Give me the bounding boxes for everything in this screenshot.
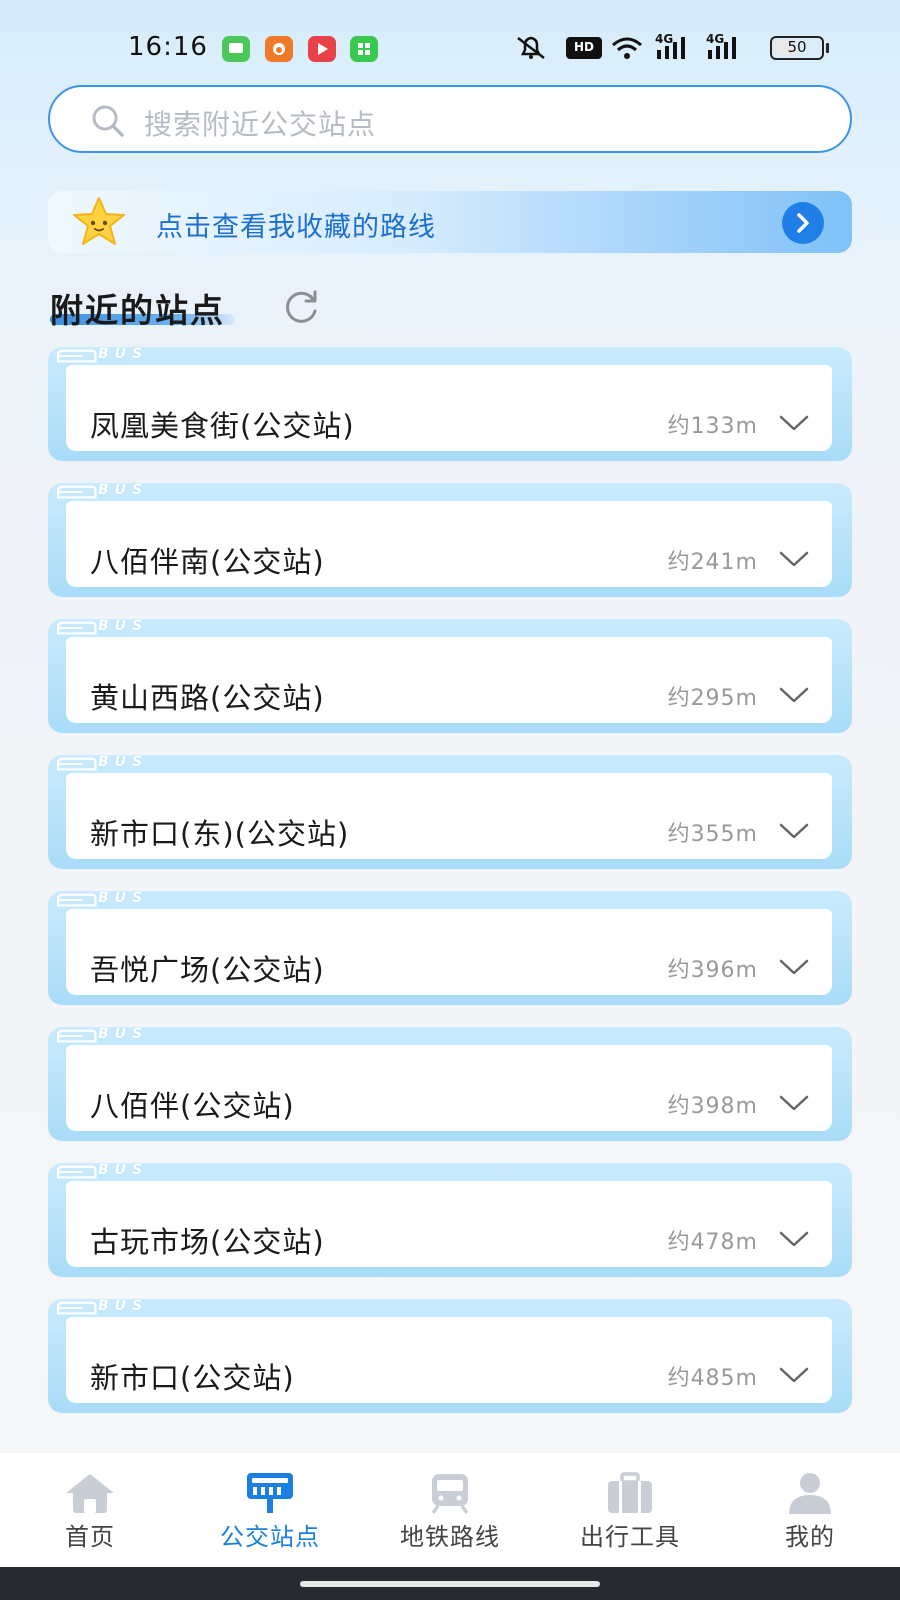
station-distance: 约241m — [667, 550, 758, 575]
toolbox-icon — [608, 1472, 652, 1513]
chevron-down-icon[interactable] — [778, 958, 810, 976]
hd-badge: HD — [566, 37, 602, 59]
section-title: 附近的站点 — [50, 291, 225, 330]
station-card-body: 新市口(东)(公交站) 约355m — [66, 773, 832, 859]
station-name: 新市口(公交站) — [90, 1361, 295, 1395]
nav-item-home[interactable]: 首页 — [0, 1453, 180, 1567]
station-distance: 约295m — [667, 686, 758, 711]
bus-tag-label: BUS — [98, 346, 149, 362]
home-indicator[interactable] — [300, 1581, 600, 1587]
weibo-app-icon — [265, 36, 293, 62]
refresh-icon[interactable] — [282, 287, 322, 327]
station-distance: 约485m — [667, 1366, 758, 1391]
station-card-body: 凤凰美食街(公交站) 约133m — [66, 365, 832, 451]
battery-tip — [826, 43, 829, 53]
station-distance: 约398m — [667, 1094, 758, 1119]
station-card-body: 黄山西路(公交站) 约295m — [66, 637, 832, 723]
search-icon — [92, 105, 124, 137]
bottom-nav: 首页 公交站点 地铁路线 出行工具 我的 — [0, 1453, 900, 1567]
station-distance: 约133m — [667, 414, 758, 439]
station-distance: 约355m — [667, 822, 758, 847]
station-card[interactable]: BUS 新市口(公交站) 约485m — [48, 1298, 852, 1413]
station-card-body: 八佰伴南(公交站) 约241m — [66, 501, 832, 587]
nav-label: 出行工具 — [580, 1523, 680, 1551]
bus-tag-label: BUS — [98, 754, 149, 770]
station-card[interactable]: BUS 黄山西路(公交站) 约295m — [48, 618, 852, 733]
station-name: 黄山西路(公交站) — [90, 681, 325, 715]
station-name: 八佰伴南(公交站) — [90, 545, 325, 579]
station-card[interactable]: BUS 八佰伴南(公交站) 约241m — [48, 482, 852, 597]
nav-item-bus-stops[interactable]: 公交站点 — [180, 1453, 360, 1567]
battery-level: 50 — [787, 38, 807, 56]
station-card-body: 吾悦广场(公交站) 约396m — [66, 909, 832, 995]
nav-item-travel-tools[interactable]: 出行工具 — [540, 1453, 720, 1567]
chevron-down-icon[interactable] — [778, 1366, 810, 1384]
bus-tag-label: BUS — [98, 618, 149, 634]
station-card-body: 新市口(公交站) 约485m — [66, 1317, 832, 1403]
search-input[interactable]: 搜索附近公交站点 — [48, 85, 852, 153]
favorite-routes-banner[interactable]: 点击查看我收藏的路线 — [48, 191, 852, 253]
star-icon — [73, 197, 125, 245]
bus-tag-label: BUS — [98, 1298, 149, 1314]
station-distance: 约396m — [667, 958, 758, 983]
chevron-down-icon[interactable] — [778, 414, 810, 432]
nav-label: 公交站点 — [220, 1523, 320, 1551]
station-card-body: 古玩市场(公交站) 约478m — [66, 1181, 832, 1267]
mute-icon — [514, 34, 548, 62]
bus-stop-icon — [247, 1473, 293, 1513]
home-icon — [66, 1474, 114, 1513]
station-card[interactable]: BUS 八佰伴(公交站) 约398m — [48, 1026, 852, 1141]
system-gesture-bar — [0, 1567, 900, 1600]
search-placeholder: 搜索附近公交站点 — [144, 108, 377, 141]
station-card-body: 八佰伴(公交站) 约398m — [66, 1045, 832, 1131]
chevron-down-icon[interactable] — [778, 822, 810, 840]
nav-item-profile[interactable]: 我的 — [720, 1453, 900, 1567]
nav-label: 我的 — [785, 1523, 835, 1551]
station-card[interactable]: BUS 古玩市场(公交站) 约478m — [48, 1162, 852, 1277]
bus-tag-label: BUS — [98, 890, 149, 906]
wechat-app-icon — [350, 36, 378, 62]
battery-icon: 50 — [770, 36, 824, 60]
nav-label: 地铁路线 — [400, 1523, 500, 1551]
station-name: 八佰伴(公交站) — [90, 1089, 295, 1123]
chevron-down-icon[interactable] — [778, 550, 810, 568]
station-card[interactable]: BUS 吾悦广场(公交站) 约396m — [48, 890, 852, 1005]
station-name: 吾悦广场(公交站) — [90, 953, 325, 987]
chevron-down-icon[interactable] — [778, 1094, 810, 1112]
bus-tag-label: BUS — [98, 482, 149, 498]
status-bar: 16:16 HD 4G 4G 50 — [0, 28, 900, 68]
station-card[interactable]: BUS 凤凰美食街(公交站) 约133m — [48, 346, 852, 461]
station-name: 新市口(东)(公交站) — [90, 817, 350, 851]
message-app-icon — [222, 36, 250, 62]
section-header: 附近的站点 — [50, 284, 235, 332]
station-name: 古玩市场(公交站) — [90, 1225, 325, 1259]
wifi-icon — [610, 34, 644, 62]
chevron-down-icon[interactable] — [778, 686, 810, 704]
nav-item-metro[interactable]: 地铁路线 — [360, 1453, 540, 1567]
bus-tag-label: BUS — [98, 1026, 149, 1042]
favorite-routes-text: 点击查看我收藏的路线 — [156, 212, 436, 243]
nav-label: 首页 — [65, 1523, 115, 1551]
profile-icon — [789, 1473, 831, 1514]
chevron-down-icon[interactable] — [778, 1230, 810, 1248]
metro-icon — [431, 1474, 469, 1515]
status-time: 16:16 — [128, 32, 208, 62]
chevron-right-icon[interactable] — [782, 202, 824, 244]
video-app-icon — [308, 36, 336, 62]
station-card[interactable]: BUS 新市口(东)(公交站) 约355m — [48, 754, 852, 869]
bus-tag-label: BUS — [98, 1162, 149, 1178]
station-distance: 约478m — [667, 1230, 758, 1255]
station-name: 凤凰美食街(公交站) — [90, 409, 355, 443]
